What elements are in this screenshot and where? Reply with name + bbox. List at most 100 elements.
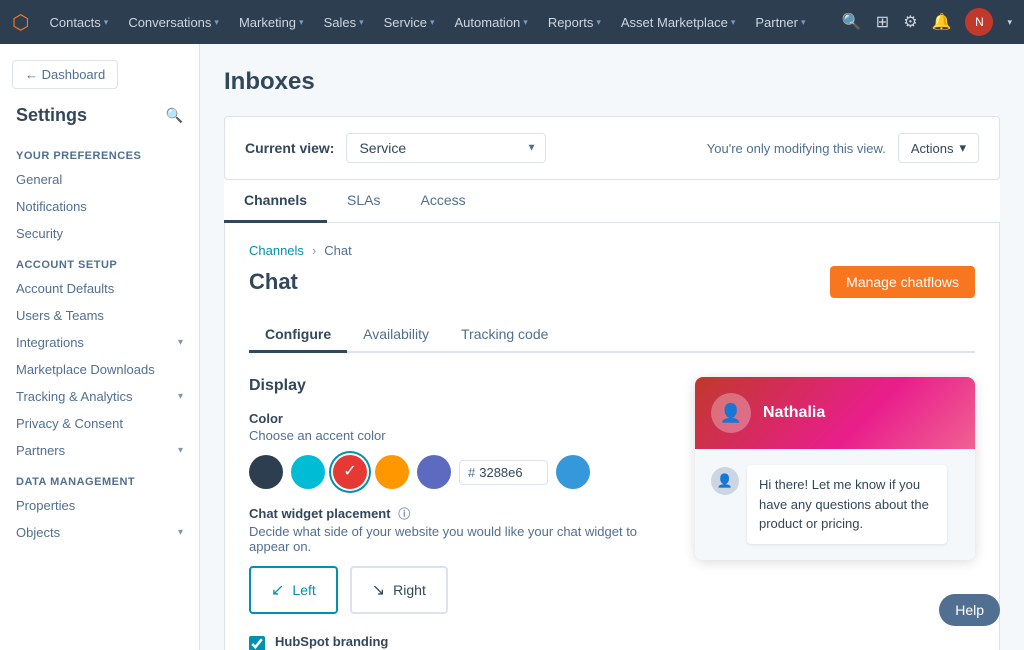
- branding-checkbox[interactable]: [249, 636, 265, 650]
- main-content: Inboxes Current view: Service Sales You'…: [200, 44, 1024, 650]
- sidebar-item-objects[interactable]: Objects ▾: [0, 519, 199, 546]
- placement-section: Chat widget placement ⓘ Decide what side…: [249, 505, 663, 614]
- partners-chevron-icon: ▾: [178, 445, 183, 456]
- avatar[interactable]: N: [965, 8, 993, 36]
- sidebar-section-preferences: Your Preferences: [0, 138, 199, 166]
- color-label: Color: [249, 411, 663, 426]
- page-title: Inboxes: [224, 68, 1000, 96]
- placement-info-icon: ⓘ: [398, 507, 410, 521]
- breadcrumb: Channels › Chat: [249, 243, 975, 258]
- content-panel: Channels › Chat Chat Manage chatflows Co…: [224, 223, 1000, 650]
- manage-chatflows-button[interactable]: Manage chatflows: [830, 266, 975, 298]
- right-column: 👤 Nathalia 👤 Hi there! Let me know if yo…: [695, 377, 975, 650]
- account-chevron-icon: ▾: [1007, 17, 1012, 28]
- sidebar-item-integrations[interactable]: Integrations ▾: [0, 329, 199, 356]
- notifications-icon[interactable]: 🔔: [932, 12, 952, 32]
- nav-conversations[interactable]: Conversations ▾: [120, 11, 227, 34]
- integrations-chevron-icon: ▾: [178, 337, 183, 348]
- swatch-apply[interactable]: [556, 455, 590, 489]
- breadcrumb-parent[interactable]: Channels: [249, 243, 304, 258]
- msg-avatar-icon: 👤: [717, 473, 733, 489]
- current-view-select[interactable]: Service Sales: [346, 133, 546, 163]
- current-view-bar: Current view: Service Sales You're only …: [224, 116, 1000, 180]
- tab-access[interactable]: Access: [400, 180, 485, 223]
- hex-input-wrapper: #: [459, 460, 548, 485]
- tracking-analytics-chevron-icon: ▾: [178, 391, 183, 402]
- sales-chevron-icon: ▾: [359, 17, 364, 28]
- swatch-dark-blue[interactable]: [249, 455, 283, 489]
- preview-body: 👤 Hi there! Let me know if you have any …: [695, 449, 975, 560]
- help-button[interactable]: Help: [939, 594, 1000, 626]
- sub-tab-configure[interactable]: Configure: [249, 318, 347, 353]
- reports-chevron-icon: ▾: [596, 17, 601, 28]
- sidebar-section-account: Account Setup: [0, 247, 199, 275]
- left-column: Display Color Choose an accent color ✓: [249, 377, 663, 650]
- nav-asset-marketplace[interactable]: Asset Marketplace ▾: [613, 11, 743, 34]
- sidebar-item-privacy-consent[interactable]: Privacy & Consent: [0, 410, 199, 437]
- preview-avatar: 👤: [711, 393, 751, 433]
- nav-sales[interactable]: Sales ▾: [316, 11, 372, 34]
- nav-icons: 🔍 ⊞ ⚙ 🔔 N ▾: [842, 8, 1012, 36]
- sidebar-item-marketplace-downloads[interactable]: Marketplace Downloads: [0, 356, 199, 383]
- asset-marketplace-chevron-icon: ▾: [731, 17, 736, 28]
- swatch-orange[interactable]: [375, 455, 409, 489]
- nav-partner[interactable]: Partner ▾: [747, 11, 813, 34]
- sub-tab-availability[interactable]: Availability: [347, 318, 445, 353]
- sidebar: ← Dashboard Settings 🔍 Your Preferences …: [0, 44, 200, 650]
- search-icon[interactable]: 🔍: [842, 12, 862, 32]
- placement-left-option[interactable]: ↙ Left: [249, 566, 338, 614]
- sidebar-item-account-defaults[interactable]: Account Defaults: [0, 275, 199, 302]
- branding-section: HubSpot branding Show HubSpot branding o…: [249, 634, 663, 650]
- branding-checkbox-wrapper: [249, 636, 265, 650]
- placement-desc: Decide what side of your website you wou…: [249, 524, 663, 554]
- preview-agent-name: Nathalia: [763, 404, 825, 422]
- sidebar-section-data-management: Data Management: [0, 464, 199, 492]
- hex-symbol: #: [468, 465, 475, 480]
- tab-channels[interactable]: Channels: [224, 180, 327, 223]
- sidebar-search-icon[interactable]: 🔍: [166, 107, 183, 124]
- placement-right-option[interactable]: ↘ Right: [350, 566, 448, 614]
- hubspot-logo[interactable]: ⬡: [12, 10, 29, 35]
- preview-card: 👤 Nathalia 👤 Hi there! Let me know if yo…: [695, 377, 975, 560]
- service-chevron-icon: ▾: [430, 17, 435, 28]
- chat-header: Chat Manage chatflows: [249, 266, 975, 298]
- settings-icon[interactable]: ⚙: [903, 12, 917, 32]
- avatar-icon: 👤: [720, 403, 742, 424]
- display-section: Display Color Choose an accent color ✓: [249, 377, 663, 650]
- color-desc: Choose an accent color: [249, 428, 663, 443]
- actions-button[interactable]: Actions ▾: [898, 133, 979, 163]
- color-swatches: ✓ #: [249, 455, 663, 489]
- sidebar-item-properties[interactable]: Properties: [0, 492, 199, 519]
- nav-contacts[interactable]: Contacts ▾: [41, 11, 116, 34]
- placement-options: ↙ Left ↘ Right: [249, 566, 663, 614]
- sidebar-item-notifications[interactable]: Notifications: [0, 193, 199, 220]
- sub-tab-tracking-code[interactable]: Tracking code: [445, 318, 564, 353]
- sidebar-title: Settings 🔍: [0, 105, 199, 126]
- sidebar-item-partners[interactable]: Partners ▾: [0, 437, 199, 464]
- left-arrow-icon: ↙: [271, 580, 284, 600]
- nav-automation[interactable]: Automation ▾: [447, 11, 536, 34]
- sidebar-item-tracking-analytics[interactable]: Tracking & Analytics ▾: [0, 383, 199, 410]
- hex-input[interactable]: [479, 465, 539, 480]
- sidebar-item-security[interactable]: Security: [0, 220, 199, 247]
- swatch-purple[interactable]: [417, 455, 451, 489]
- back-to-dashboard-button[interactable]: ← Dashboard: [12, 60, 118, 89]
- automation-chevron-icon: ▾: [523, 17, 528, 28]
- sidebar-item-users-teams[interactable]: Users & Teams: [0, 302, 199, 329]
- sidebar-item-general[interactable]: General: [0, 166, 199, 193]
- nav-marketing[interactable]: Marketing ▾: [231, 11, 312, 34]
- preview-header: 👤 Nathalia: [695, 377, 975, 449]
- two-column-layout: Display Color Choose an accent color ✓: [249, 377, 975, 650]
- swatch-teal[interactable]: [291, 455, 325, 489]
- branding-text: HubSpot branding Show HubSpot branding o…: [275, 634, 604, 650]
- nav-reports[interactable]: Reports ▾: [540, 11, 609, 34]
- apps-icon[interactable]: ⊞: [876, 12, 889, 32]
- swatch-red[interactable]: ✓: [333, 455, 367, 489]
- nav-service[interactable]: Service ▾: [376, 11, 443, 34]
- top-nav: ⬡ Contacts ▾ Conversations ▾ Marketing ▾…: [0, 0, 1024, 44]
- breadcrumb-current: Chat: [324, 243, 351, 258]
- actions-chevron-icon: ▾: [959, 140, 966, 156]
- objects-chevron-icon: ▾: [178, 527, 183, 538]
- contacts-chevron-icon: ▾: [104, 17, 109, 28]
- tab-slas[interactable]: SLAs: [327, 180, 400, 223]
